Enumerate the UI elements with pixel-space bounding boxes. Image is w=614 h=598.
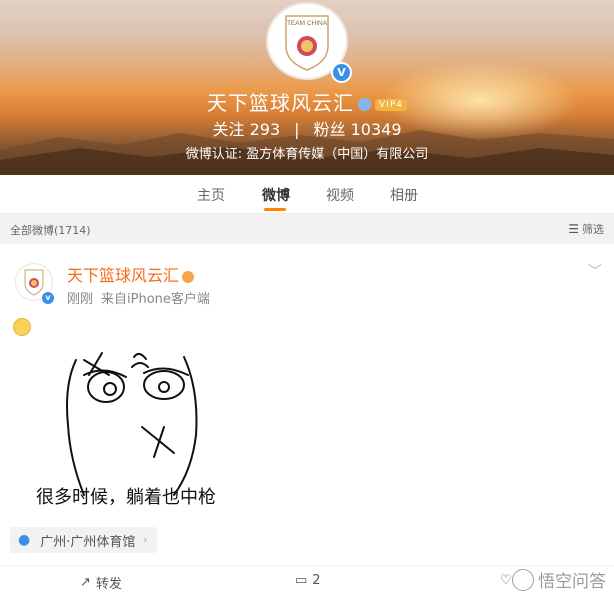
location-tag[interactable]: ● 广州·广州体育馆 › [10,527,158,553]
follow-label: 关注 [212,120,245,139]
comment-icon: ▭ [295,573,308,588]
crown-icon [182,270,195,283]
repost-button[interactable]: ↗ 转发 [80,573,122,592]
repost-icon: ↗ [80,575,91,590]
filter-label: 筛选 [582,223,604,236]
tab-album[interactable]: 相册 [390,185,418,205]
watermark-text: 悟空问答 [538,572,606,592]
filter-bar: 全部微博(1714) ☰ 筛选 [0,214,614,244]
follow-count: 293 [249,120,281,139]
post-time: 刚刚 [67,292,94,307]
weibo-count: 全部微博(1714) [10,224,91,237]
filter-button[interactable]: ☰ 筛选 [568,221,604,237]
svg-text:TEAM CHINA: TEAM CHINA [287,20,328,27]
profile-tabs: 主页 微博 视频 相册 [0,175,614,214]
vip-badge: VIP4 [375,98,407,111]
profile-stats: 关注 293 | 粉丝 10349 [0,116,614,140]
wukong-logo-icon [512,568,534,591]
tab-video[interactable]: 视频 [326,185,354,205]
location-text: 广州·广州体育馆 [40,534,136,550]
comment-count: 2 [312,573,321,588]
post-author-text: 天下篮球风云汇 [67,266,180,285]
fans-count: 10349 [350,120,402,139]
wukong-watermark: 悟空问答 [512,567,606,592]
repost-label: 转发 [95,577,122,592]
profile-name-text: 天下篮球风云汇 [207,91,355,115]
post-author-name[interactable]: 天下篮球风云汇 [67,262,195,286]
verification-text: 微博认证: 盈方体育传媒（中国）有限公司 [185,147,429,162]
chevron-down-icon[interactable]: ﹀ [588,261,602,281]
post-meta: 刚刚 来自iPhone客户端 [67,288,210,307]
smile-emoji-icon [13,318,31,336]
post-source: 来自iPhone客户端 [101,292,210,307]
location-pin-icon: ● [18,532,31,548]
author-verified-icon: v [41,291,55,305]
filter-icon: ☰ [568,222,579,236]
verified-badge-icon: V [331,62,352,83]
active-tab-indicator [264,208,286,211]
tab-weibo[interactable]: 微博 [262,185,290,205]
profile-banner: TEAM CHINA V 天下篮球风云汇 VIP4 关注 293 | 粉丝 10349… [0,0,614,175]
profile-name: 天下篮球风云汇 VIP4 [0,87,614,116]
post-image[interactable]: 很多时候，躺着也中枪 [14,345,244,515]
chevron-right-icon: › [143,534,148,546]
follow-stat[interactable]: 关注 293 [212,120,280,139]
comment-button[interactable]: ▭ 2 [295,573,321,588]
stats-separator: | [294,120,300,139]
fans-stat[interactable]: 粉丝 10349 [314,120,402,139]
verified-icon [358,98,372,111]
like-icon: ♡ [500,573,512,588]
tab-home[interactable]: 主页 [197,185,225,205]
fans-label: 粉丝 [313,120,346,139]
weibo-post: v 天下篮球风云汇 刚刚 来自iPhone客户端 ﹀ 很多时候，躺着也中枪 ● 广… [0,245,614,597]
meme-caption: 很多时候，躺着也中枪 [36,487,216,508]
